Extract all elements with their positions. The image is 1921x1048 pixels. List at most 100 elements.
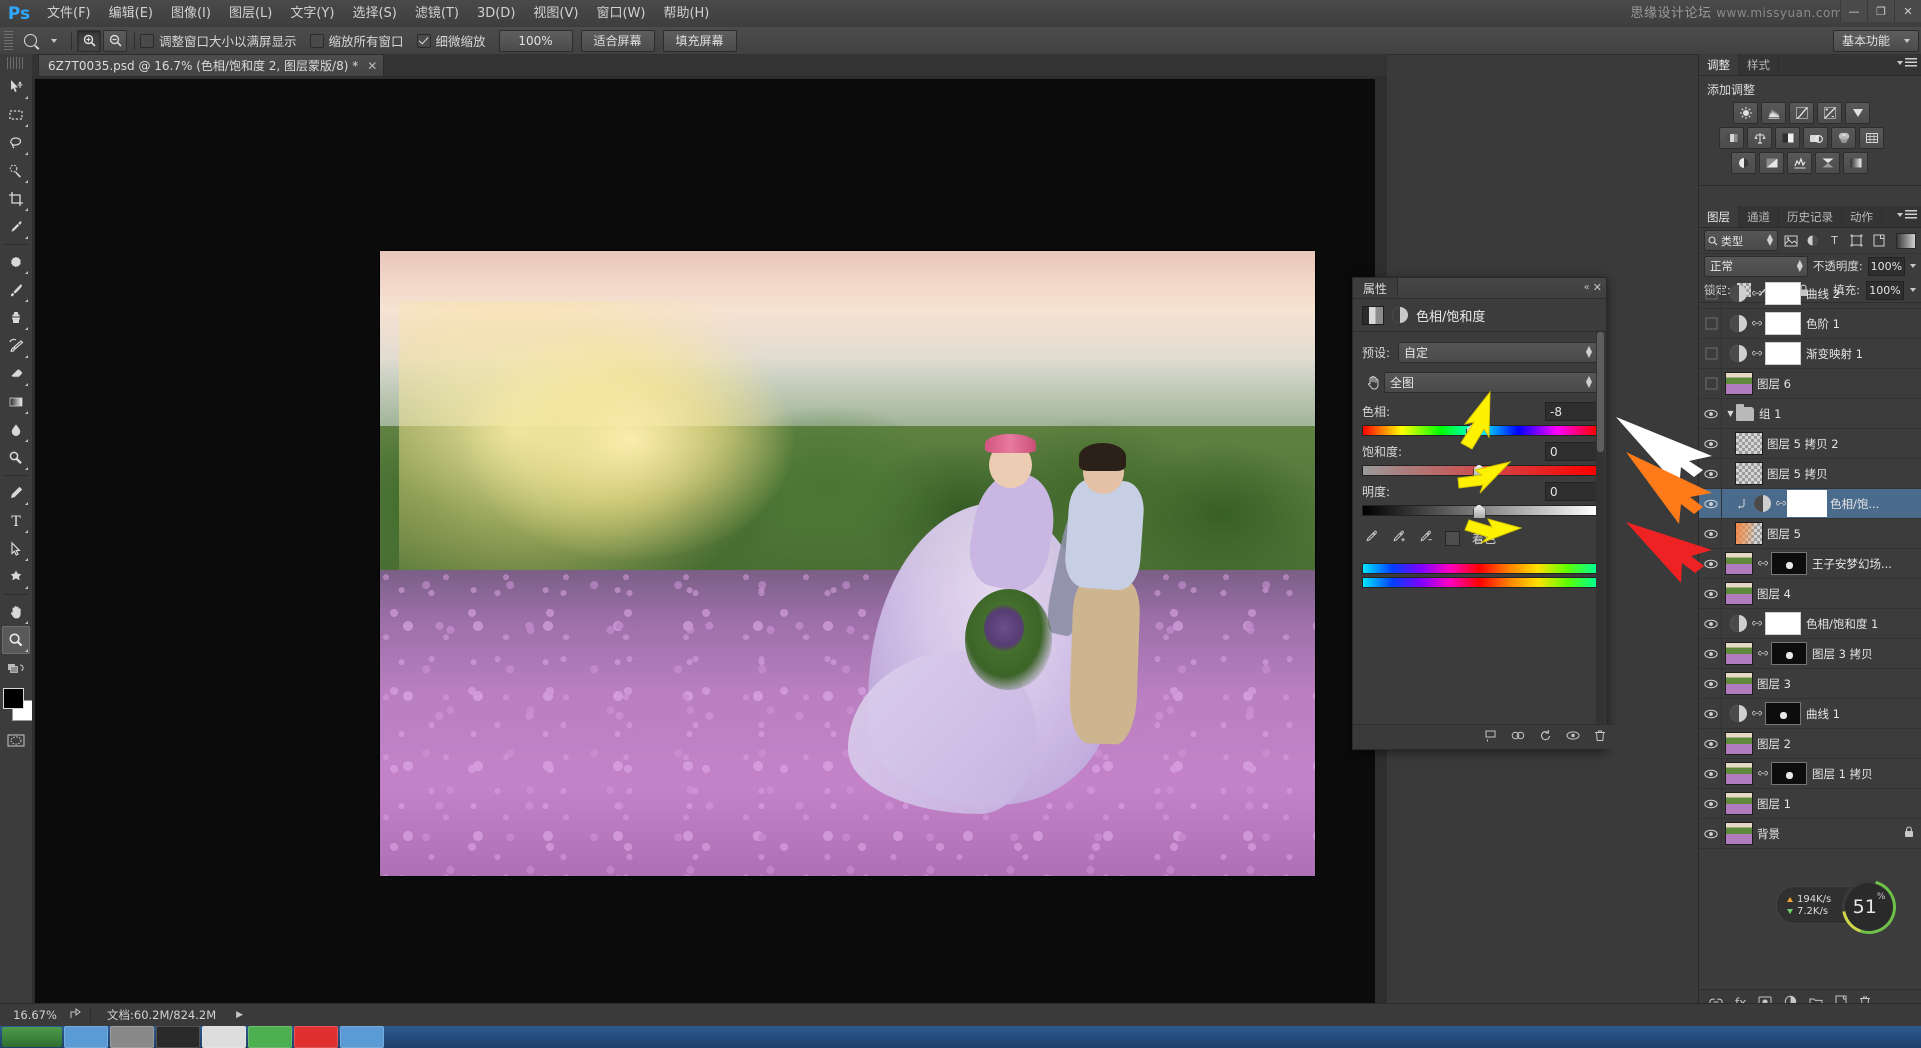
menu-help[interactable]: 帮助(H) (654, 0, 718, 27)
tab-adjustments[interactable]: 调整 (1699, 54, 1739, 75)
layer-filter-type-select[interactable]: 类型 ▲▼ (1704, 230, 1778, 251)
properties-scrollbar-thumb[interactable] (1597, 332, 1604, 452)
layer-row[interactable]: 图层 6 (1699, 369, 1921, 399)
zoom-100-button[interactable]: 100% (499, 30, 573, 52)
share-icon[interactable] (70, 1008, 84, 1023)
layer-visibility-off-icon[interactable] (1701, 339, 1721, 368)
layer-thumbnail[interactable] (1725, 822, 1753, 845)
layer-mask-thumbnail[interactable] (1771, 552, 1807, 575)
adjustment-layer-thumbnail[interactable] (1730, 615, 1747, 632)
menu-select[interactable]: 选择(S) (343, 0, 405, 27)
pixel-filter-icon[interactable] (1781, 231, 1800, 250)
quick-mask-mode-icon[interactable] (2, 726, 30, 754)
scrubby-zoom-checkbox[interactable] (417, 34, 431, 48)
layer-mask-thumbnail[interactable] (1765, 702, 1801, 725)
layer-mask-link-icon[interactable] (1757, 647, 1768, 660)
saturation-slider[interactable] (1362, 465, 1597, 476)
properties-panel-title-bar[interactable]: 属性 « ✕ (1353, 278, 1606, 299)
layer-visibility-eye-icon[interactable] (1701, 729, 1721, 758)
layer-row[interactable]: 色相/饱... (1699, 489, 1921, 519)
layer-mask-link-icon[interactable] (1751, 347, 1762, 360)
layer-mask-link-icon[interactable] (1757, 767, 1768, 780)
layer-row[interactable]: 王子安梦幻场... (1699, 549, 1921, 579)
tab-history[interactable]: 历史记录 (1779, 206, 1842, 227)
zoom-tool-icon[interactable] (18, 30, 42, 52)
saturation-slider-knob[interactable] (1473, 464, 1486, 479)
layer-visibility-eye-icon[interactable] (1701, 579, 1721, 608)
menu-view[interactable]: 视图(V) (524, 0, 587, 27)
zoom-tool[interactable] (2, 626, 30, 654)
layer-row[interactable]: 图层 5 拷贝 (1699, 459, 1921, 489)
opacity-chevron-down-icon[interactable] (1910, 264, 1916, 268)
layer-row[interactable]: 色相/饱和度 1 (1699, 609, 1921, 639)
properties-tab[interactable]: 属性 (1353, 278, 1398, 298)
minimize-icon[interactable]: — (1840, 0, 1867, 22)
properties-scrollbar[interactable] (1596, 330, 1605, 724)
layer-row[interactable]: 图层 2 (1699, 729, 1921, 759)
type-filter-icon[interactable]: T (1825, 231, 1844, 250)
layer-visibility-off-icon[interactable] (1701, 279, 1721, 308)
path-selection-tool[interactable] (2, 535, 30, 563)
selective-color-icon[interactable] (1843, 152, 1868, 174)
on-image-adjust-icon[interactable] (1362, 374, 1384, 391)
layer-mask-link-icon[interactable] (1751, 707, 1762, 720)
tab-actions[interactable]: 动作 (1842, 206, 1882, 227)
layer-mask-thumbnail[interactable] (1771, 762, 1807, 785)
layer-visibility-eye-icon[interactable] (1701, 489, 1721, 518)
dodge-tool[interactable] (2, 444, 30, 472)
layer-thumbnail[interactable] (1725, 552, 1753, 575)
layer-thumbnail[interactable] (1725, 762, 1753, 785)
restore-icon[interactable]: ❐ (1867, 0, 1894, 22)
status-expand-icon[interactable]: ▶ (236, 1010, 243, 1020)
menu-image[interactable]: 图像(I) (162, 0, 220, 27)
menu-edit[interactable]: 编辑(E) (100, 0, 162, 27)
layer-row[interactable]: 曲线 2 (1699, 279, 1921, 309)
layer-visibility-eye-icon[interactable] (1701, 429, 1721, 458)
blur-tool[interactable] (2, 416, 30, 444)
menu-type[interactable]: 文字(Y) (281, 0, 343, 27)
channel-mixer-icon[interactable] (1831, 127, 1856, 149)
layer-mask-thumbnail[interactable] (1789, 492, 1825, 515)
colorize-checkbox[interactable] (1445, 531, 1460, 546)
invert-icon[interactable] (1731, 152, 1756, 174)
tool-preset-chevron-down-icon[interactable] (42, 30, 66, 52)
adjustment-layer-thumbnail[interactable] (1754, 495, 1771, 512)
lightness-value-field[interactable]: 0 (1545, 482, 1597, 501)
delete-icon[interactable] (1594, 729, 1606, 745)
hue-slider-knob[interactable] (1466, 424, 1479, 439)
canvas-scroll-area[interactable] (32, 76, 1387, 1016)
layer-mask-thumbnail[interactable] (1765, 342, 1801, 365)
exposure-icon[interactable] (1817, 102, 1842, 124)
horizontal-type-tool[interactable]: T (2, 507, 30, 535)
brush-tool[interactable] (2, 276, 30, 304)
levels-icon[interactable] (1761, 102, 1786, 124)
layer-visibility-off-icon[interactable] (1701, 369, 1721, 398)
taskbar-item[interactable] (294, 1026, 338, 1048)
pen-tool[interactable] (2, 479, 30, 507)
layer-visibility-eye-icon[interactable] (1701, 759, 1721, 788)
layer-mask-link-icon[interactable] (1757, 557, 1768, 570)
eyedropper-subtract-icon[interactable] (1418, 529, 1433, 547)
layer-thumbnail[interactable] (1725, 672, 1753, 695)
gradient-map-icon[interactable] (1815, 152, 1840, 174)
layer-row[interactable]: ▼组 1 (1699, 399, 1921, 429)
layer-thumbnail[interactable] (1725, 372, 1753, 395)
color-balance-icon[interactable] (1747, 127, 1772, 149)
adjustment-layer-thumbnail[interactable] (1730, 315, 1747, 332)
layer-thumbnail[interactable] (1735, 522, 1763, 545)
taskbar-item[interactable] (202, 1026, 246, 1048)
layer-row[interactable]: 图层 1 (1699, 789, 1921, 819)
gradient-tool[interactable] (2, 388, 30, 416)
view-previous-state-icon[interactable] (1511, 729, 1525, 745)
channel-select[interactable]: 全图 ▲▼ (1384, 372, 1597, 393)
taskbar-item[interactable] (64, 1026, 108, 1048)
hue-value-field[interactable]: -8 (1545, 402, 1597, 421)
layer-row[interactable]: 背景 (1699, 819, 1921, 849)
spot-healing-brush-tool[interactable] (2, 248, 30, 276)
layer-thumbnail[interactable] (1725, 582, 1753, 605)
adjustment-layer-thumbnail[interactable] (1730, 285, 1747, 302)
layer-visibility-eye-icon[interactable] (1701, 819, 1721, 848)
layer-thumbnail[interactable] (1725, 642, 1753, 665)
color-swatches[interactable] (0, 686, 32, 726)
layer-thumbnail[interactable] (1725, 732, 1753, 755)
